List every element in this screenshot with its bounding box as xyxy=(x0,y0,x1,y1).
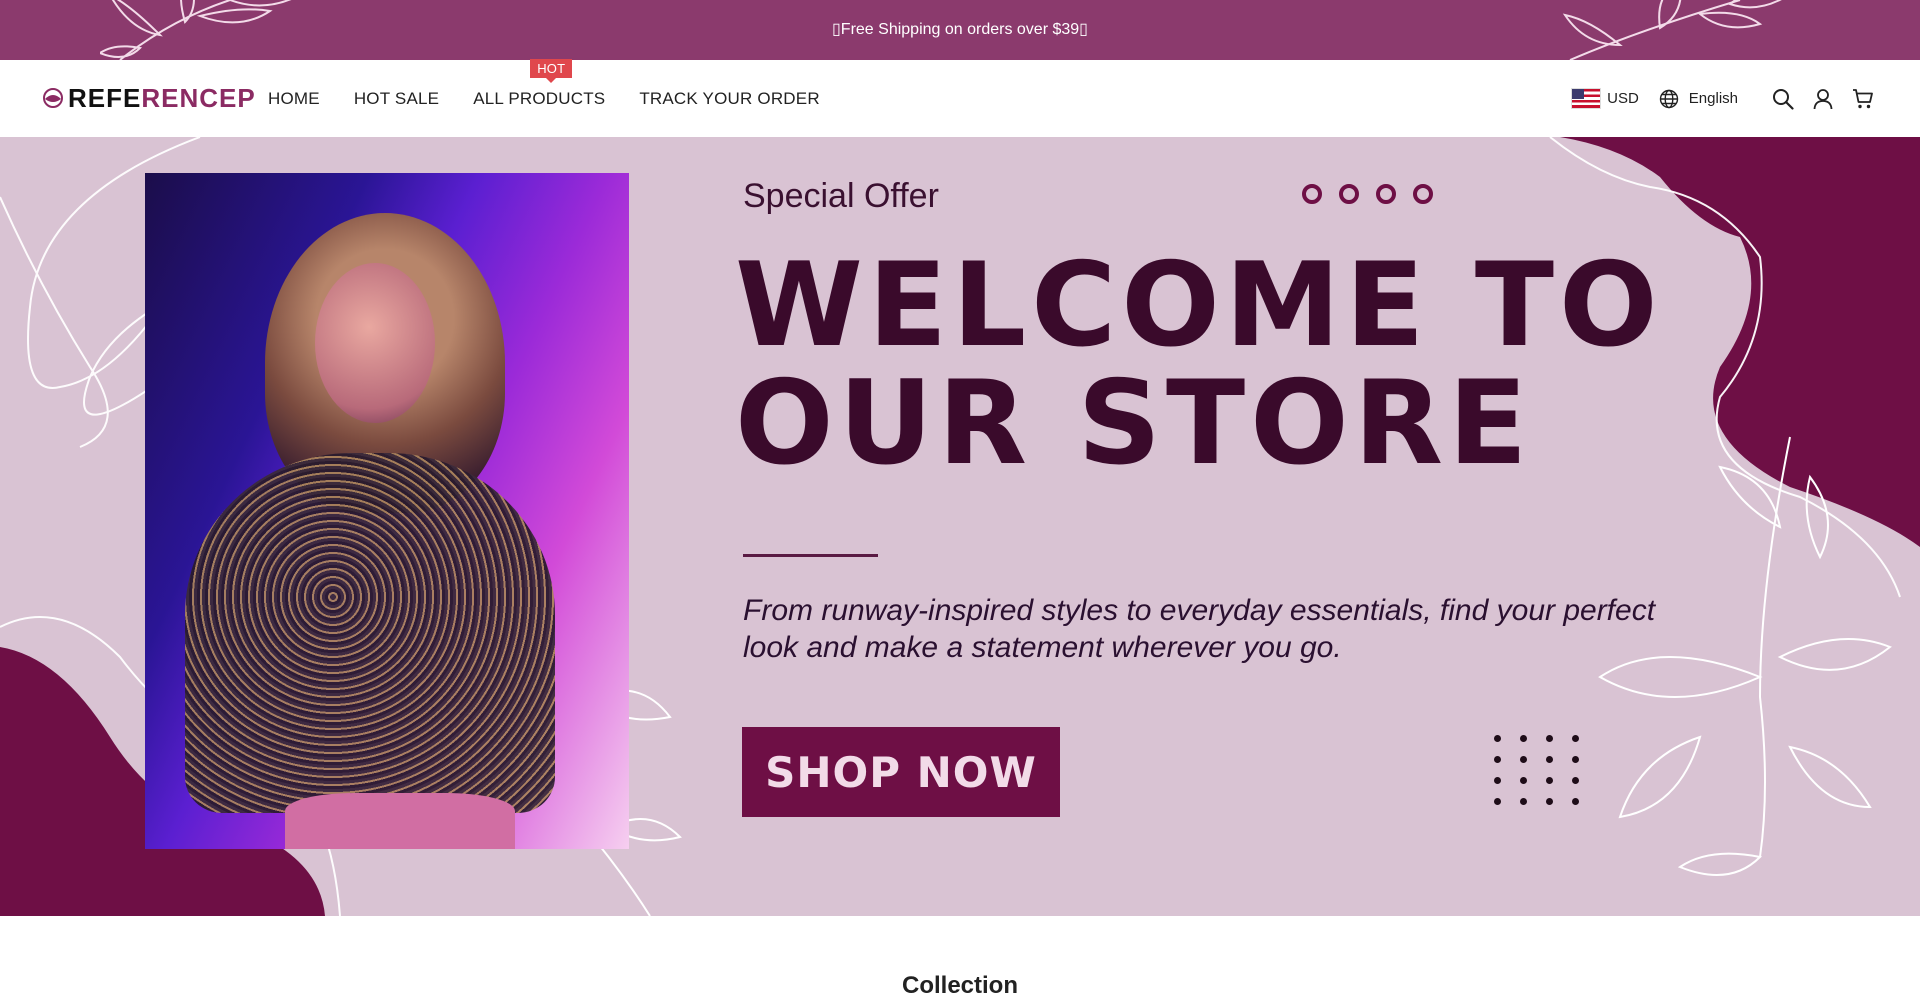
nav-all-products-label: ALL PRODUCTS xyxy=(473,88,606,108)
account-button[interactable] xyxy=(1810,86,1836,112)
hero-divider xyxy=(743,554,878,557)
globe-icon xyxy=(1659,89,1678,108)
carousel-dots xyxy=(1302,184,1433,204)
hero-banner[interactable]: Special Offer WELCOME TO OUR STORE From … xyxy=(0,137,1920,916)
hero-headline: WELCOME TO OUR STORE xyxy=(735,247,1663,483)
account-icon xyxy=(1813,88,1833,109)
language-label: English xyxy=(1688,90,1738,107)
search-icon xyxy=(1773,88,1794,110)
carousel-dot[interactable] xyxy=(1376,184,1396,204)
carousel-dot[interactable] xyxy=(1302,184,1322,204)
hero-headline-line1: WELCOME TO xyxy=(735,238,1663,373)
main-nav: HOME HOT SALE ALL PRODUCTS HOT TRACK YOU… xyxy=(268,58,854,137)
shop-now-button[interactable]: SHOP NOW xyxy=(742,727,1060,817)
language-selector[interactable]: English xyxy=(1659,89,1738,109)
nav-hot-sale[interactable]: HOT SALE xyxy=(354,89,439,109)
decorative-dot-grid xyxy=(1494,735,1580,805)
nav-home[interactable]: HOME xyxy=(268,89,320,109)
cart-icon xyxy=(1853,88,1873,108)
site-header: REFERENCEP HOME HOT SALE ALL PRODUCTS HO… xyxy=(0,58,1920,138)
us-flag-icon xyxy=(1571,88,1602,109)
search-button[interactable] xyxy=(1770,86,1796,112)
hero-eyebrow: Special Offer xyxy=(743,177,939,215)
carousel-dot[interactable] xyxy=(1413,184,1433,204)
collection-heading: Collection xyxy=(901,972,1018,999)
nav-all-products[interactable]: ALL PRODUCTS HOT xyxy=(473,58,606,109)
header-actions: USD English xyxy=(1571,60,1876,137)
model-photo xyxy=(145,173,629,849)
hero-headline-line2: OUR STORE xyxy=(735,356,1533,491)
hot-badge: HOT xyxy=(530,58,573,83)
currency-label: USD xyxy=(1607,90,1639,107)
carousel-dot[interactable] xyxy=(1339,184,1359,204)
announcement-text: ▯Free Shipping on orders over $39▯ xyxy=(832,21,1088,38)
store-logo[interactable]: REFERENCEP xyxy=(42,82,256,114)
nav-track-order[interactable]: TRACK YOUR ORDER xyxy=(639,89,819,109)
currency-selector[interactable]: USD xyxy=(1571,88,1639,109)
hero-subtext: From runway-inspired styles to everyday … xyxy=(743,594,1656,664)
logo-mark-icon xyxy=(43,88,63,108)
logo-text-part2: RENCEP xyxy=(141,82,256,113)
cart-button[interactable] xyxy=(1850,86,1876,112)
logo-text-part1: REFE xyxy=(68,82,142,113)
announcement-bar: ▯Free Shipping on orders over $39▯ xyxy=(0,0,1920,60)
